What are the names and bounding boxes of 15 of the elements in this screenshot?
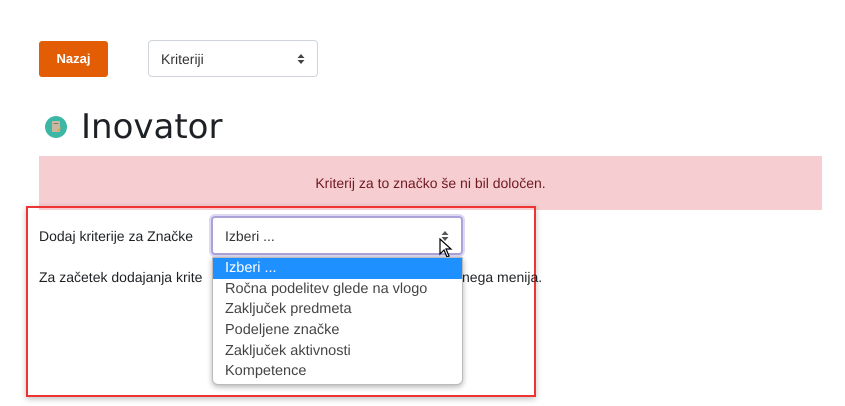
page-title: Inovator <box>81 107 222 147</box>
criteria-select[interactable]: Izberi ... <box>211 216 463 255</box>
dropdown-option[interactable]: Zaključek aktivnosti <box>213 340 462 362</box>
sort-arrows-icon <box>297 52 305 64</box>
notebook-badge-icon <box>45 116 67 138</box>
dropdown-option[interactable]: Podeljene značke <box>213 320 462 341</box>
view-select[interactable]: Kriteriji <box>148 40 318 77</box>
dropdown-option[interactable]: Ročna podelitev glede na vlogo <box>213 278 462 300</box>
hint-text: Za začetek dodajanja krite <box>39 269 204 285</box>
dropdown-option[interactable]: Zaključek predmeta <box>213 299 462 320</box>
back-button[interactable]: Nazaj <box>39 40 108 76</box>
dropdown-option[interactable]: Kompetence <box>213 361 462 382</box>
alert-banner: Kriterij za to značko še ni bil določen. <box>39 156 822 210</box>
sort-arrows-icon <box>441 230 449 242</box>
criteria-label: Dodaj kriterije za Značke <box>39 228 194 244</box>
